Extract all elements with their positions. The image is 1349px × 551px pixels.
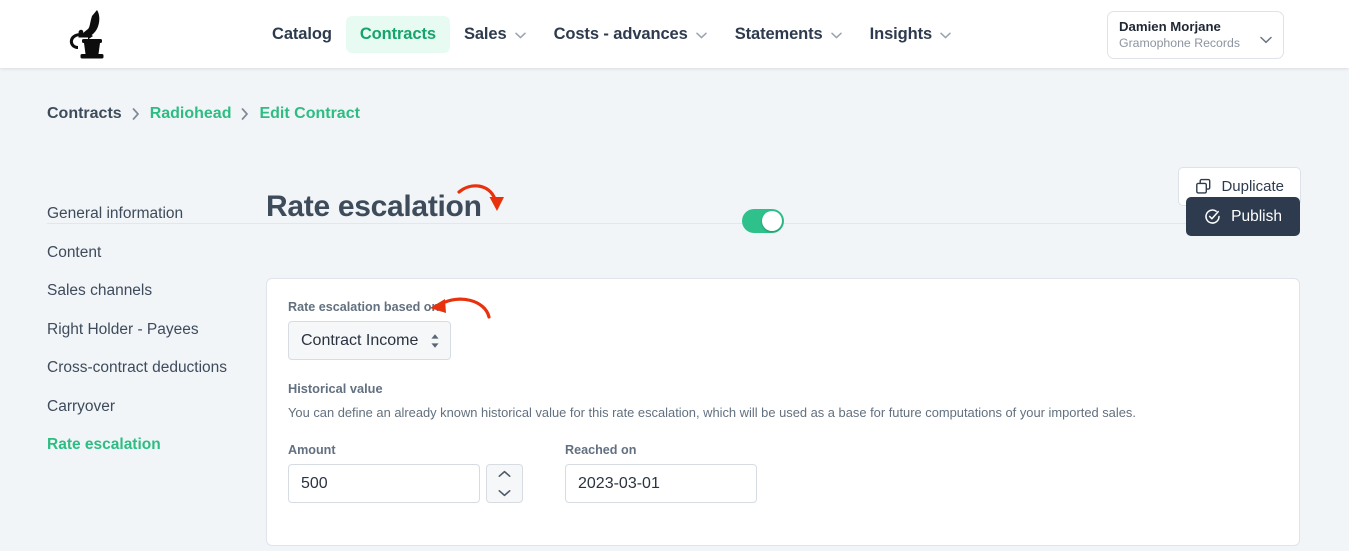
chevron-down-icon <box>830 32 842 39</box>
page-header-row: Contracts Radiohead Edit Contract Duplic… <box>0 68 1349 224</box>
nav-item-label: Insights <box>869 24 933 43</box>
nav-item-contracts[interactable]: Contracts <box>345 15 450 53</box>
historical-value-title: Historical value <box>288 381 383 396</box>
sidebar-item-right-holder-payees[interactable]: Right Holder - Payees <box>47 321 242 339</box>
reached-on-field-group: Reached on 2023-03-01 <box>565 443 757 503</box>
breadcrumb-item-contracts[interactable]: Contracts <box>47 105 122 123</box>
user-name: Damien Morjane <box>1119 19 1221 35</box>
user-info: Damien Morjane Gramophone Records <box>1119 19 1254 51</box>
amount-input-value: 500 <box>301 474 328 492</box>
publish-button-label: Publish <box>1231 207 1282 225</box>
nav-item-statements[interactable]: Statements <box>721 16 856 53</box>
sidebar-item-sales-channels[interactable]: Sales channels <box>47 282 242 300</box>
nav-item-costs-advances[interactable]: Costs - advances <box>540 16 721 53</box>
nav-item-label: Costs - advances <box>553 24 688 43</box>
amount-field-group: Amount 500 <box>288 443 523 503</box>
nav-item-label: Contracts <box>359 24 436 43</box>
section-header: Rate escalation Publish <box>266 190 1300 253</box>
publish-button[interactable]: Publish <box>1186 197 1300 236</box>
chevron-down-icon <box>514 32 526 39</box>
chevron-right-icon <box>241 108 249 120</box>
user-organization: Gramophone Records <box>1119 35 1240 50</box>
page-title: Rate escalation <box>266 190 482 223</box>
chevron-down-icon <box>1260 31 1272 44</box>
breadcrumb-item-edit-contract[interactable]: Edit Contract <box>259 105 359 123</box>
rate-escalation-toggle[interactable] <box>742 209 784 233</box>
amount-label: Amount <box>288 443 336 457</box>
amount-stepper <box>486 464 523 503</box>
main-content: Rate escalation Publish Rate escalation … <box>266 190 1300 546</box>
main-navigation: Catalog Contracts Sales Costs - advances… <box>258 0 965 68</box>
reached-on-input-value: 2023-03-01 <box>578 474 660 492</box>
reached-on-input[interactable]: 2023-03-01 <box>565 464 757 503</box>
amount-input[interactable]: 500 <box>288 464 480 503</box>
sidebar-item-cross-contract-deductions[interactable]: Cross-contract deductions <box>47 359 242 377</box>
sidebar-item-carryover[interactable]: Carryover <box>47 398 242 416</box>
contract-sections-sidebar: General information Content Sales channe… <box>47 205 242 475</box>
nav-item-label: Sales <box>463 24 507 43</box>
gramophone-logo-icon[interactable] <box>57 6 115 62</box>
amount-stepper-down-button[interactable] <box>487 484 522 503</box>
up-down-arrows-icon <box>430 333 440 349</box>
top-navbar: Catalog Contracts Sales Costs - advances… <box>0 0 1349 68</box>
chevron-right-icon <box>132 108 140 120</box>
nav-item-label: Statements <box>734 24 823 43</box>
historical-value-description: You can define an already known historic… <box>288 405 1136 420</box>
sidebar-item-general-information[interactable]: General information <box>47 205 242 223</box>
based-on-select-value: Contract Income <box>301 331 419 349</box>
chevron-down-icon <box>695 32 707 39</box>
breadcrumb: Contracts Radiohead Edit Contract <box>47 105 360 123</box>
nav-item-insights[interactable]: Insights <box>856 16 965 53</box>
chevron-down-icon <box>498 489 511 497</box>
check-circle-icon <box>1204 208 1221 225</box>
nav-item-catalog[interactable]: Catalog <box>258 16 346 53</box>
user-account-menu[interactable]: Damien Morjane Gramophone Records <box>1107 11 1284 59</box>
nav-item-sales[interactable]: Sales <box>450 16 540 53</box>
toggle-knob <box>762 211 782 231</box>
amount-stepper-up-button[interactable] <box>487 465 522 484</box>
based-on-select[interactable]: Contract Income <box>288 321 451 360</box>
rate-escalation-card: Rate escalation based on Contract Income… <box>266 278 1300 546</box>
sidebar-item-content[interactable]: Content <box>47 244 242 262</box>
chevron-up-icon <box>498 470 511 478</box>
breadcrumb-item-radiohead[interactable]: Radiohead <box>150 105 232 123</box>
nav-item-label: Catalog <box>272 24 332 43</box>
reached-on-label: Reached on <box>565 443 637 457</box>
historical-value-inputs: Amount 500 Reached on 2023-03-01 <box>288 443 1278 503</box>
chevron-down-icon <box>940 32 951 39</box>
based-on-label: Rate escalation based on <box>288 300 440 314</box>
sidebar-item-rate-escalation[interactable]: Rate escalation <box>47 436 242 454</box>
